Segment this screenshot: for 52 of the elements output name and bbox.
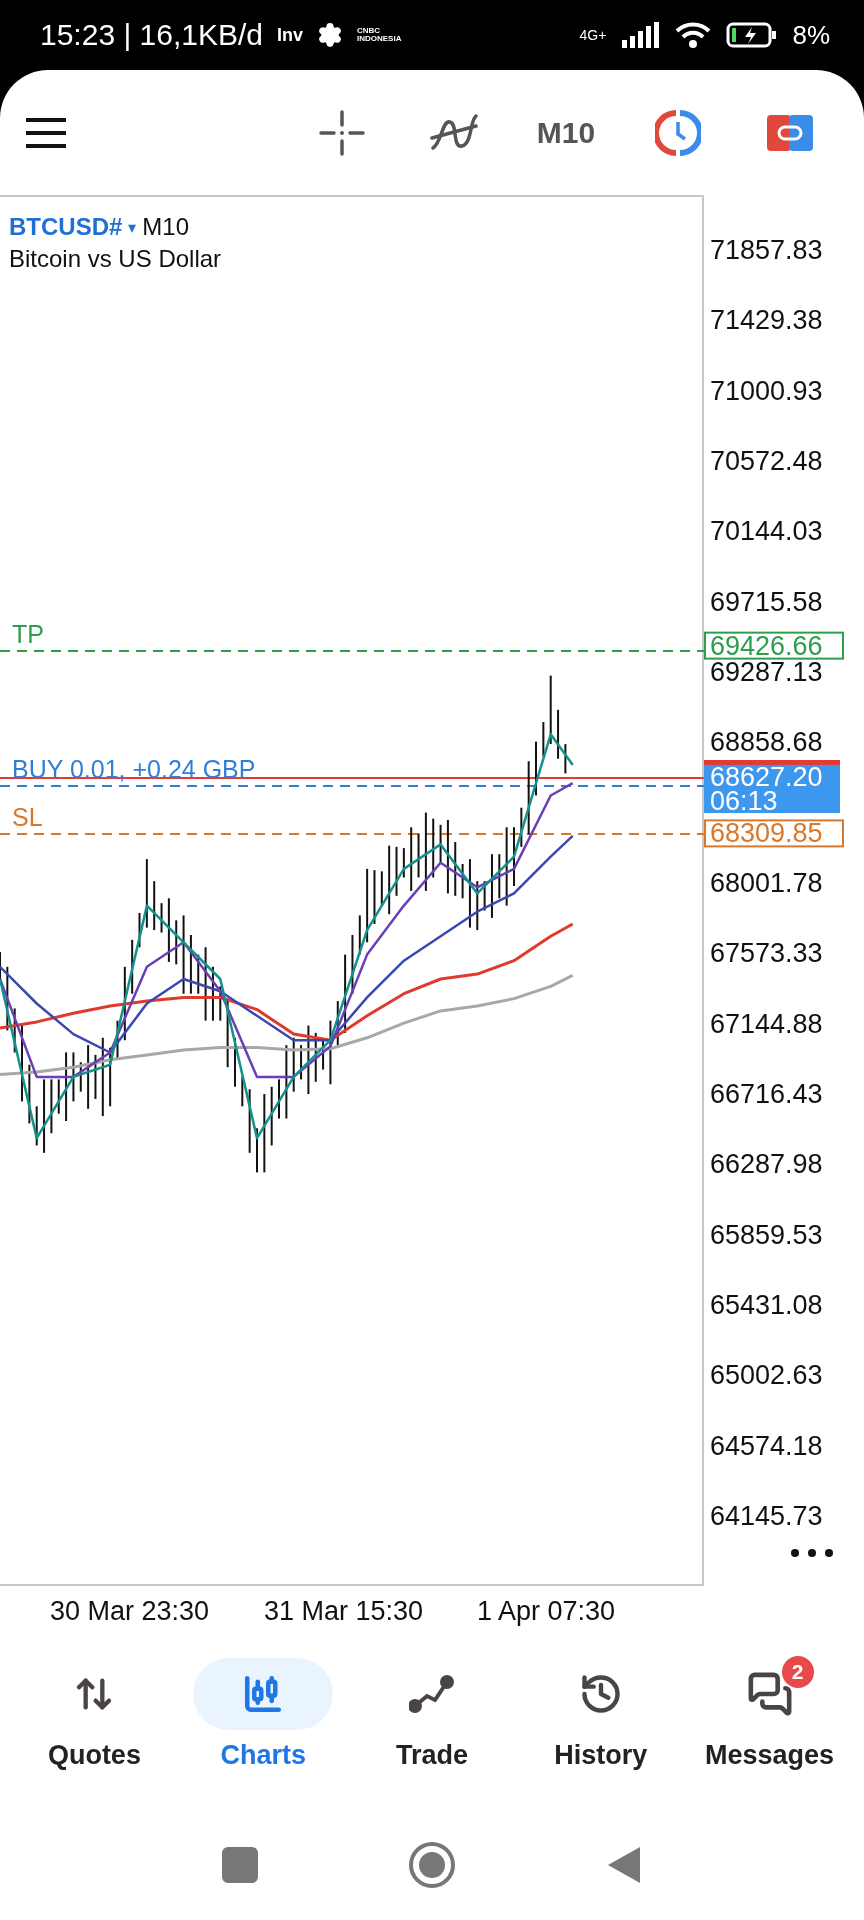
price-label: 70572.48	[710, 445, 823, 477]
timeframe-button[interactable]: M10	[532, 111, 600, 154]
battery-icon	[726, 22, 779, 48]
price-value: 68627.20	[710, 765, 824, 789]
wifi-icon	[674, 21, 713, 49]
price-label: 70144.03	[710, 515, 823, 547]
gear-icon	[317, 22, 343, 48]
line-label: TP	[12, 620, 44, 649]
price-label: 64574.18	[710, 1430, 823, 1462]
price-label: 66287.98	[710, 1148, 823, 1180]
price-label: 65859.53	[710, 1219, 823, 1251]
price-tag: 68309.85	[704, 819, 844, 848]
nav-tab[interactable]: Quotes	[10, 1658, 179, 1771]
notification-text: Inv	[276, 26, 303, 44]
price-label: 67144.88	[710, 1008, 823, 1040]
time-label: 1 Apr 07:30	[477, 1596, 616, 1627]
price-label: 65002.63	[710, 1359, 823, 1391]
unread-badge: 2	[781, 1656, 814, 1688]
time-label: 31 Mar 15:30	[264, 1596, 424, 1627]
price-label: 68001.78	[710, 867, 823, 899]
caret-icon[interactable]: ▾	[128, 217, 137, 237]
line-graph-icon	[409, 1674, 455, 1714]
price-label: 66716.43	[710, 1078, 823, 1110]
price-label: 64145.73	[710, 1500, 823, 1532]
messages-icon	[746, 1671, 793, 1717]
price-label: 67573.33	[710, 937, 823, 969]
nav-tab[interactable]: Trade	[347, 1658, 517, 1771]
line-label: BUY 0.01, +0.24 GBP	[12, 755, 256, 784]
price-label: 69715.58	[710, 586, 823, 618]
signal-icon	[620, 22, 661, 48]
nav-tab[interactable]: 2 Messages	[685, 1658, 854, 1771]
back-button[interactable]	[606, 1845, 642, 1885]
price-label: 71429.38	[710, 304, 823, 336]
notification-text: CNBC INDONESIA	[357, 27, 403, 43]
time-label: 30 Mar 23:30	[50, 1596, 210, 1627]
chart-timeframe: M10	[142, 213, 190, 241]
more-icon[interactable]	[790, 1548, 834, 1558]
recents-button[interactable]	[222, 1847, 258, 1883]
symbol-name[interactable]: BTCUSD#	[9, 213, 123, 241]
network-type: 4G+	[579, 27, 607, 43]
price-label: 68858.68	[710, 726, 823, 758]
countdown-timer: 06:13	[710, 789, 779, 813]
battery-level: 8%	[792, 19, 830, 51]
price-label: 65431.08	[710, 1289, 823, 1321]
price-label: 71000.93	[710, 375, 823, 407]
status-time: 15:23 | 16,1KB/d	[40, 18, 263, 52]
price-label: 71857.83	[710, 234, 823, 266]
line-label: SL	[12, 803, 43, 832]
home-button[interactable]	[408, 1841, 456, 1889]
nav-tab[interactable]: History	[516, 1658, 686, 1771]
price-tag: 69426.66	[704, 631, 844, 660]
symbol-description: Bitcoin vs US Dollar	[9, 245, 222, 273]
